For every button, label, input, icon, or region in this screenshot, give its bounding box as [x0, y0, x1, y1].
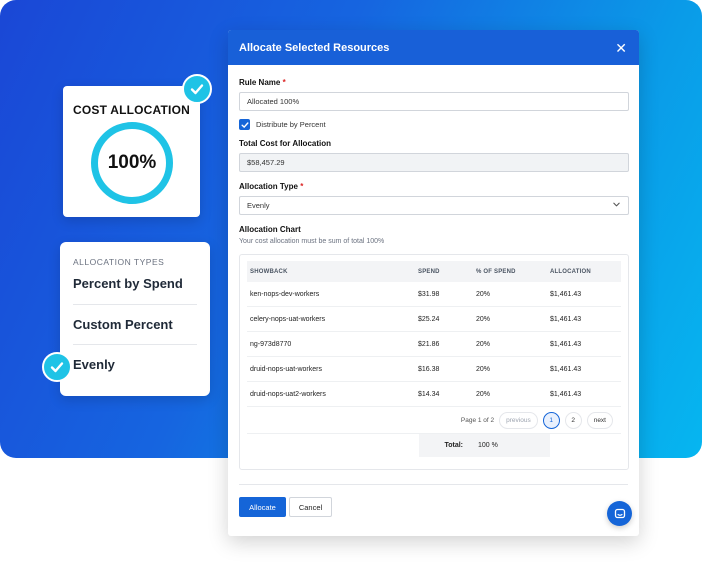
distribute-label: Distribute by Percent [256, 120, 326, 129]
cell-spend: $16.38 [418, 365, 440, 373]
cell-allocation: $1,461.43 [550, 390, 582, 398]
total-cost-field: $58,457.29 [239, 153, 629, 172]
cell-percent: 20% [476, 365, 491, 373]
table-row: druid-nops-uat-workers $16.38 20% $1,461… [247, 357, 621, 382]
allocation-type-label-text: Allocation Type [239, 182, 298, 191]
check-icon [42, 352, 72, 382]
allocation-chart-label: Allocation Chart [239, 225, 301, 234]
cell-spend: $21.86 [418, 340, 440, 348]
table-row: celery-nops-uat-workers $25.24 20% $1,46… [247, 307, 621, 332]
cost-allocation-title: COST ALLOCATION [73, 103, 190, 117]
column-header-allocation[interactable]: ALLOCATION [550, 269, 621, 275]
allocation-table: SHOWBACK SPEND % OF SPEND ALLOCATION ken… [239, 254, 629, 470]
pagination: Page 1 of 2 previous 1 2 next [247, 407, 621, 434]
total-cost-label: Total Cost for Allocation [239, 139, 331, 148]
rule-name-label-text: Rule Name [239, 78, 281, 87]
total-cost-value: $58,457.29 [247, 158, 285, 167]
allocation-type-label: Allocation Type * [239, 182, 629, 191]
cell-allocation: $1,461.43 [550, 290, 582, 298]
pagination-next-button[interactable]: next [586, 411, 613, 429]
allocation-type-value: Evenly [247, 201, 270, 210]
table-row: ng-973d8770 $21.86 20% $1,461.43 [247, 332, 621, 357]
allocation-type-percent-by-spend[interactable]: Percent by Spend [73, 276, 197, 304]
cell-showback: druid-nops-uat2-workers [250, 390, 326, 398]
check-icon [182, 74, 212, 104]
cell-showback: ng-973d8770 [250, 340, 292, 348]
cell-spend: $14.34 [418, 390, 440, 398]
total-row: Total: 100 % [419, 434, 550, 457]
modal-body: Rule Name * Allocated 100% Distribute by… [228, 65, 639, 470]
cancel-button[interactable]: Cancel [289, 497, 332, 517]
progress-ring: 100% [91, 122, 173, 204]
column-header-showback[interactable]: SHOWBACK [247, 269, 418, 275]
pagination-previous-button[interactable]: previous [499, 411, 538, 429]
distribute-checkbox[interactable] [239, 119, 250, 130]
allocate-button[interactable]: Allocate [239, 497, 286, 517]
allocation-type-custom-percent[interactable]: Custom Percent [73, 304, 197, 344]
cell-showback: druid-nops-uat-workers [250, 365, 322, 373]
progress-ring-value: 100% [107, 152, 157, 173]
table-row: druid-nops-uat2-workers $14.34 20% $1,46… [247, 382, 621, 407]
modal-footer: Allocate Cancel [239, 484, 628, 517]
cell-allocation: $1,461.43 [550, 340, 582, 348]
cost-allocation-card: COST ALLOCATION 100% [63, 86, 200, 217]
cell-showback: celery-nops-uat-workers [250, 315, 326, 323]
required-marker: * [282, 78, 286, 87]
table-header: SHOWBACK SPEND % OF SPEND ALLOCATION [247, 261, 621, 282]
rule-name-input[interactable]: Allocated 100% [239, 92, 629, 111]
allocation-chart-note: Your cost allocation must be sum of tota… [239, 238, 385, 245]
close-icon[interactable]: ✕ [615, 41, 627, 55]
total-value: 100 % [478, 442, 498, 449]
cell-allocation: $1,461.43 [550, 365, 582, 373]
allocate-modal: Allocate Selected Resources ✕ Rule Name … [228, 30, 639, 536]
modal-header: Allocate Selected Resources ✕ [228, 30, 639, 65]
allocation-type-evenly[interactable]: Evenly [73, 344, 197, 384]
distribute-row: Distribute by Percent [239, 119, 629, 130]
stage: COST ALLOCATION 100% ALLOCATION TYPES Pe… [0, 0, 702, 588]
required-marker: * [300, 182, 304, 191]
pagination-info: Page 1 of 2 [460, 416, 495, 424]
modal-title: Allocate Selected Resources [239, 41, 390, 54]
rule-name-value: Allocated 100% [247, 97, 300, 106]
allocation-type-select[interactable]: Evenly [239, 196, 629, 215]
allocation-types-heading: ALLOCATION TYPES [73, 257, 165, 267]
chevron-down-icon [612, 200, 621, 211]
allocation-types-card: ALLOCATION TYPES Percent by Spend Custom… [60, 242, 210, 396]
cell-percent: 20% [476, 340, 491, 348]
column-header-spend[interactable]: SPEND [418, 269, 476, 275]
cell-percent: 20% [476, 390, 491, 398]
pagination-page-1[interactable]: 1 [542, 411, 560, 429]
cell-showback: ken-nops-dev-workers [250, 290, 320, 298]
cell-allocation: $1,461.43 [550, 315, 582, 323]
pagination-page-2[interactable]: 2 [564, 411, 582, 429]
column-header-percent[interactable]: % OF SPEND [476, 269, 550, 275]
total-label: Total: [444, 442, 463, 449]
table-row: ken-nops-dev-workers $31.98 20% $1,461.4… [247, 282, 621, 307]
cell-spend: $25.24 [418, 315, 440, 323]
checkmark-icon [241, 121, 248, 128]
cell-percent: 20% [476, 290, 491, 298]
rule-name-label: Rule Name * [239, 78, 629, 87]
cell-percent: 20% [476, 315, 491, 323]
chat-icon[interactable] [607, 501, 632, 526]
cell-spend: $31.98 [418, 290, 440, 298]
